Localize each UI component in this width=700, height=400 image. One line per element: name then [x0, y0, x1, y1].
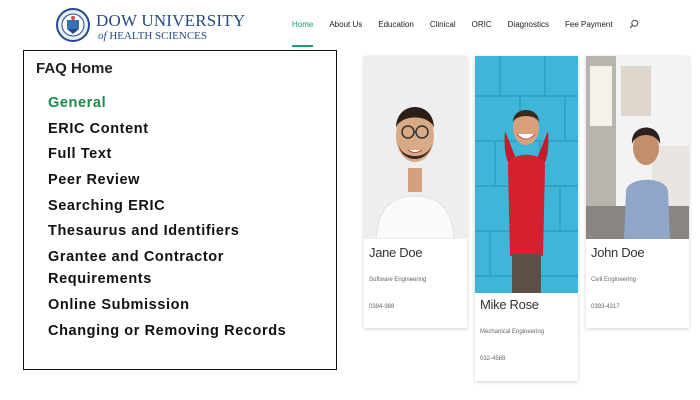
- team-member-phone: 0393-4317: [591, 304, 620, 310]
- team-member-phone: 032-4588: [480, 356, 506, 362]
- university-logo[interactable]: DOW UNIVERSITY of HEALTH SCIENCES: [56, 8, 245, 44]
- faq-item-online-submission[interactable]: Online Submission: [48, 294, 328, 316]
- team-member-role: Mechanical Engineering: [480, 329, 545, 335]
- team-member-role: Civil Engineering: [591, 277, 637, 283]
- profile-photo: [475, 56, 578, 293]
- nav-oric[interactable]: ORIC: [472, 20, 492, 29]
- profile-photo: [586, 56, 689, 239]
- team-member-phone: 0394-988: [369, 304, 395, 310]
- faq-panel: FAQ Home General ERIC Content Full Text …: [23, 50, 337, 370]
- team-member-name: Mike Rose: [480, 297, 539, 312]
- faq-item-changing-records[interactable]: Changing or Removing Records: [48, 320, 328, 342]
- faq-item-thesaurus[interactable]: Thesaurus and Identifiers: [48, 220, 328, 242]
- nav-home[interactable]: Home: [292, 20, 314, 47]
- team-member-name: Jane Doe: [369, 245, 423, 260]
- faq-item-general[interactable]: General: [48, 92, 328, 114]
- university-seal-icon: [56, 8, 90, 42]
- faq-list: General ERIC Content Full Text Peer Revi…: [48, 92, 328, 345]
- logo-subtitle: of HEALTH SCIENCES: [98, 30, 207, 42]
- logo-title: DOW UNIVERSITY: [96, 11, 246, 30]
- faq-title: FAQ Home: [36, 60, 113, 77]
- team-member-role: Software Engineering: [369, 277, 427, 283]
- profile-photo: [364, 56, 467, 239]
- team-card[interactable]: Mike Rose Mechanical Engineering 032-458…: [475, 56, 578, 381]
- faq-item-full-text[interactable]: Full Text: [48, 143, 328, 165]
- nav-diagnostics[interactable]: Diagnostics: [508, 20, 549, 29]
- team-card[interactable]: John Doe Civil Engineering 0393-4317: [586, 56, 689, 328]
- team-card[interactable]: Jane Doe Software Engineering 0394-988: [364, 56, 467, 328]
- faq-item-eric-content[interactable]: ERIC Content: [48, 118, 328, 140]
- nav-fee-payment[interactable]: Fee Payment: [565, 20, 613, 29]
- faq-item-grantee-requirements[interactable]: Grantee and Contractor Requirements: [48, 246, 328, 290]
- search-icon[interactable]: [629, 19, 639, 29]
- faq-item-peer-review[interactable]: Peer Review: [48, 169, 328, 191]
- team-member-name: John Doe: [591, 245, 645, 260]
- nav-clinical[interactable]: Clinical: [430, 20, 456, 29]
- main-navigation: Home About Us Education Clinical ORIC Di…: [292, 17, 639, 47]
- faq-item-searching-eric[interactable]: Searching ERIC: [48, 195, 328, 217]
- nav-about-us[interactable]: About Us: [329, 20, 362, 29]
- nav-education[interactable]: Education: [378, 20, 414, 29]
